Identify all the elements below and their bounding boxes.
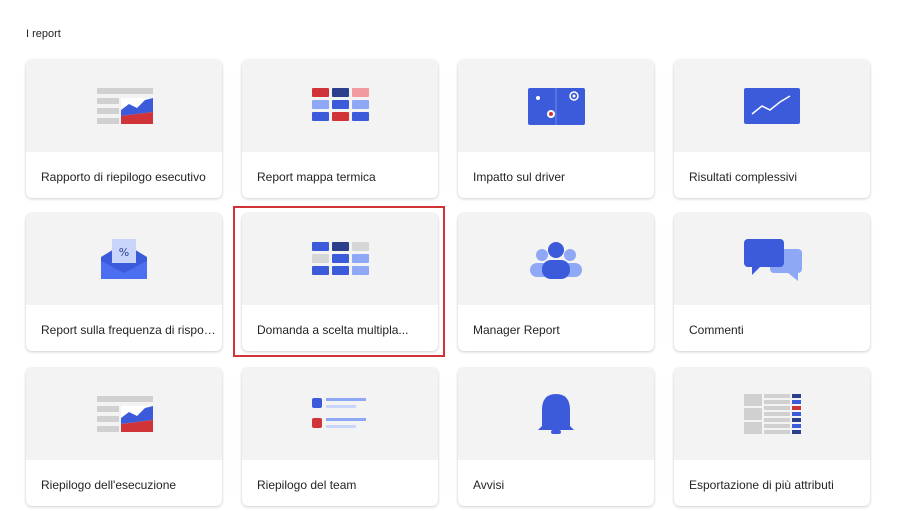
attribute-export-icon <box>744 394 801 434</box>
card-label: Rapporto di riepilogo esecutivo <box>41 170 206 184</box>
report-grid: Rapporto di riepilogo esecutivo Report m… <box>0 0 899 531</box>
card-response-rate[interactable]: % Report sulla frequenza di risposta <box>26 213 222 351</box>
card-label: Risultati complessivi <box>689 170 798 184</box>
card-comments[interactable]: Commenti <box>674 213 870 351</box>
svg-text:%: % <box>119 246 129 259</box>
executive-summary-icon <box>97 88 153 124</box>
card-team-summary[interactable]: Riepilogo del team <box>242 368 438 506</box>
card-label: Domanda a scelta multipla... <box>257 323 409 337</box>
driver-impact-icon <box>528 88 585 125</box>
card-overall-results[interactable]: Risultati complessivi <box>674 60 870 198</box>
card-driver-impact[interactable]: Impatto sul driver <box>458 60 654 198</box>
card-attribute-export[interactable]: Esportazione di più attributi <box>674 368 870 506</box>
card-label: Commenti <box>689 323 744 337</box>
card-multiple-choice[interactable]: Domanda a scelta multipla... <box>242 213 438 351</box>
card-label: Riepilogo dell'esecuzione <box>41 478 177 492</box>
card-label: Avvisi <box>473 478 505 492</box>
card-execution-summary[interactable]: Riepilogo dell'esecuzione <box>26 368 222 506</box>
alerts-bell-icon <box>538 394 574 434</box>
overall-results-icon <box>744 88 800 124</box>
comments-icon <box>744 239 802 281</box>
card-executive-summary[interactable]: Rapporto di riepilogo esecutivo <box>26 60 222 198</box>
team-summary-icon <box>312 398 366 428</box>
card-alerts[interactable]: Avvisi <box>458 368 654 506</box>
card-label: Riepilogo del team <box>257 478 357 492</box>
card-label: Esportazione di più attributi <box>689 478 834 492</box>
heatmap-icon <box>312 88 369 121</box>
execution-summary-icon <box>97 396 153 432</box>
card-label: Manager Report <box>473 323 560 337</box>
card-manager-report[interactable]: Manager Report <box>458 213 654 351</box>
card-label: Impatto sul driver <box>473 170 566 184</box>
card-label: Report sulla frequenza di risposta <box>41 323 216 337</box>
card-heatmap[interactable]: Report mappa termica <box>242 60 438 198</box>
card-label: Report mappa termica <box>257 170 376 184</box>
multiple-choice-icon <box>312 242 369 275</box>
response-rate-icon: % <box>101 239 147 279</box>
manager-report-icon <box>530 242 582 279</box>
